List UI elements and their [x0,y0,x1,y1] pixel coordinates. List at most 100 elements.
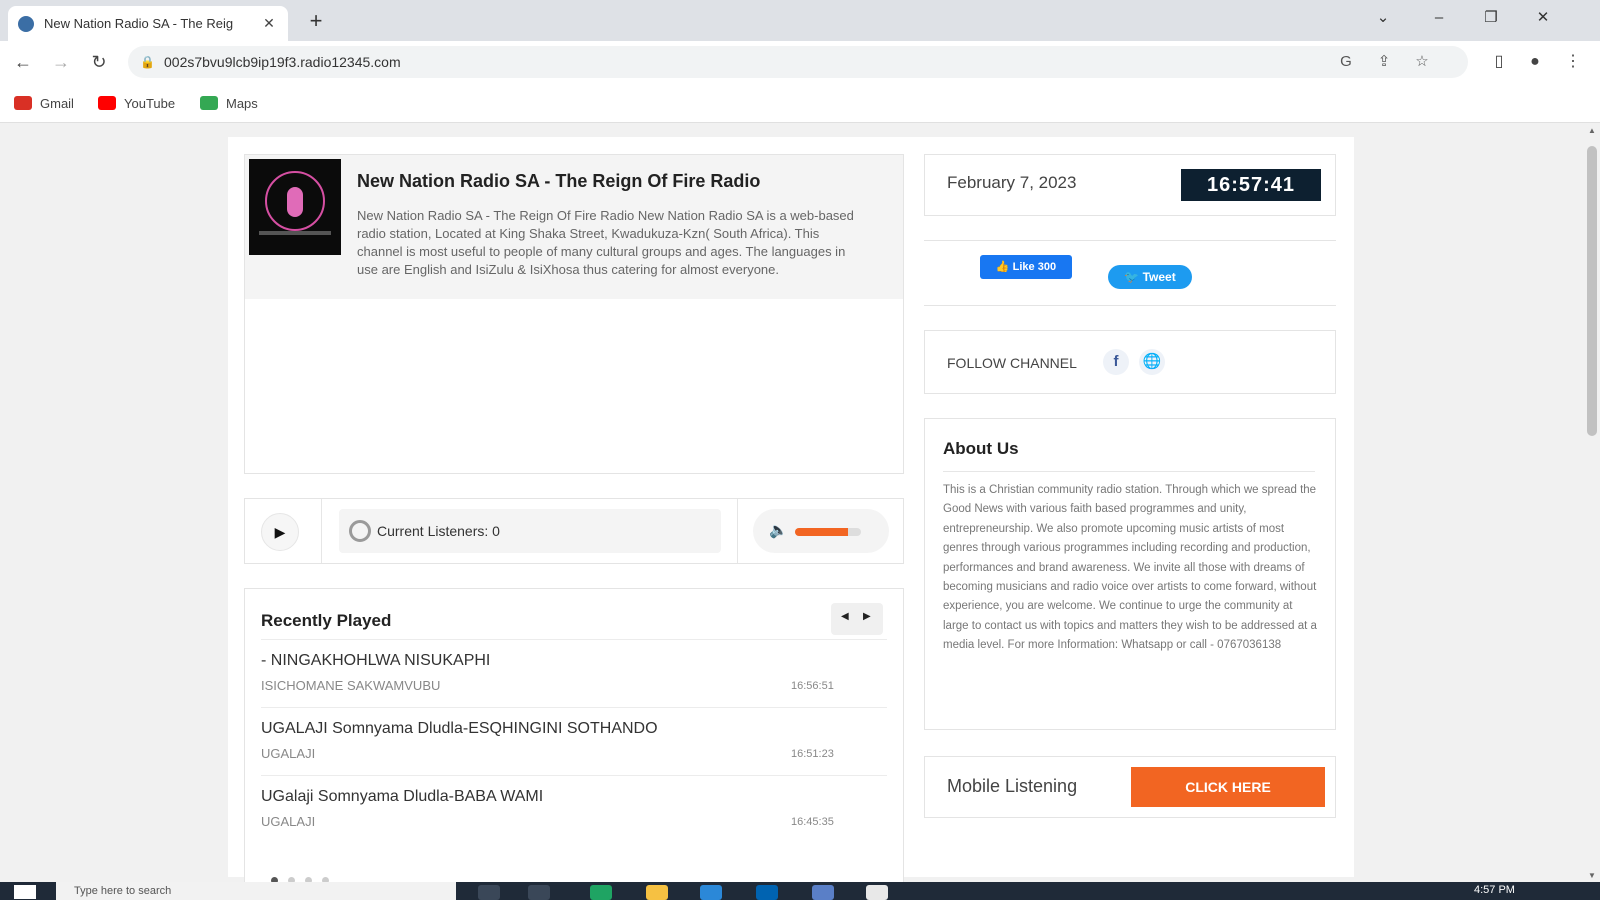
scroll-down-icon[interactable]: ▼ [1584,871,1600,880]
click-here-button[interactable]: CLICK HERE [1131,767,1325,807]
follow-channel-panel: FOLLOW CHANNEL f 🌐 [924,330,1336,394]
play-button[interactable]: ▶ [261,513,299,551]
chrome-icon[interactable] [866,885,888,900]
os-taskbar: Type here to search 4:57 PM [0,882,1600,900]
back-icon[interactable]: ← [10,49,36,75]
station-card: New Nation Radio SA - The Reign Of Fire … [244,154,904,474]
station-name: New Nation Radio SA - The Reign Of Fire … [357,171,761,191]
facebook-icon[interactable]: f [1103,349,1129,375]
bookmark-gmail[interactable]: Gmail [14,93,74,113]
bookmark-maps[interactable]: Maps [200,93,258,113]
station-description: New Nation Radio SA - The Reign Of Fire … [357,208,854,277]
youtube-icon [98,96,116,110]
tab-search-icon[interactable]: ⌄ [1360,0,1406,36]
about-text: This is a Christian community radio stat… [943,484,1317,652]
taskbar-clock: 4:57 PM [1474,884,1515,896]
current-date: February 7, 2023 [947,173,1077,192]
reload-icon[interactable]: ↻ [86,49,112,75]
track-item[interactable]: UGALAJI Somnyama Dludla-ESQHINGINI SOTHA… [261,707,887,775]
divider [737,499,738,563]
volume-slider[interactable] [795,528,861,536]
site-favicon-icon [18,15,34,32]
microphone-icon [287,187,303,217]
track-artist: ISICHOMANE SAKWAMVUBU [261,678,441,693]
bookmarks-bar: Gmail YouTube Maps [0,83,1600,123]
browser-toolbar: ← → ↻ 🔒 002s7bvu9lcb9ip19f3.radio12345.c… [0,41,1600,83]
scrollbar-thumb[interactable] [1587,146,1597,436]
follow-label: FOLLOW CHANNEL [947,355,1077,371]
date-clock-panel: February 7, 2023 16:57:41 [924,154,1336,216]
station-logo [249,159,341,255]
track-time: 16:45:35 [791,816,834,828]
google-lens-icon[interactable]: G [1336,52,1356,72]
track-artist: UGALAJI [261,814,316,829]
tweet-button[interactable]: 🐦 Tweet [1108,265,1192,289]
bookmark-star-icon[interactable]: ☆ [1412,52,1432,72]
next-arrow-icon[interactable]: ▶ [863,611,871,622]
browser-tab[interactable]: New Nation Radio SA - The Reig ✕ [8,6,288,41]
mobile-listening-panel: Mobile Listening CLICK HERE [924,756,1336,818]
bookmark-label: Gmail [40,95,74,111]
divider [943,471,1315,472]
bookmark-youtube[interactable]: YouTube [98,93,175,113]
lock-icon: 🔒 [140,55,155,69]
file-explorer-icon[interactable] [646,885,668,900]
url-text: 002s7bvu9lcb9ip19f3.radio12345.com [164,54,401,70]
side-panel-icon[interactable]: ▯ [1486,49,1512,75]
mobile-listening-label: Mobile Listening [947,776,1078,796]
recently-played-panel: Recently Played ◀ ▶ - NINGAKHOHLWA NISUK… [244,588,904,884]
track-title: - NINGAKHOHLWA NISUKAPHI [261,652,491,669]
listeners-label: Current Listeners: 0 [377,523,500,539]
listeners-counter: Current Listeners: 0 [339,509,721,553]
listeners-icon [349,520,371,542]
profile-avatar-icon[interactable]: ● [1522,49,1548,75]
forward-icon[interactable]: → [48,49,74,75]
minimize-button[interactable]: – [1416,0,1462,36]
volume-fill [795,528,848,536]
digital-clock: 16:57:41 [1181,169,1321,201]
share-icon[interactable]: ⇪ [1374,52,1394,72]
audio-player: ▶ Current Listeners: 0 🔈 [244,498,904,564]
task-view-icon[interactable] [478,885,500,900]
track-artist: UGALAJI [261,746,316,761]
track-item[interactable]: - NINGAKHOHLWA NISUKAPHI ISICHOMANE SAKW… [261,639,887,707]
bookmark-label: YouTube [124,95,176,111]
new-tab-button[interactable]: + [302,8,330,36]
menu-kebab-icon[interactable]: ⋮ [1560,49,1586,75]
maps-icon [200,96,218,110]
windows-start-icon[interactable] [14,885,36,899]
volume-control[interactable]: 🔈 [753,509,889,553]
scroll-up-icon[interactable]: ▲ [1584,126,1600,135]
page-scrollbar[interactable]: ▲ ▼ [1584,124,1600,882]
tab-strip: New Nation Radio SA - The Reig ✕ + ⌄ – ❐… [0,0,1600,41]
about-us-panel: About Us This is a Christian community r… [924,418,1336,730]
store-icon[interactable] [756,885,778,900]
prev-arrow-icon[interactable]: ◀ [841,611,849,622]
tab-title: New Nation Radio SA - The Reig [44,16,234,31]
mail-icon[interactable] [700,885,722,900]
taskbar-search[interactable]: Type here to search [56,882,456,900]
track-time: 16:56:51 [791,680,834,692]
edge-icon[interactable] [590,885,612,900]
track-title: UGALAJI Somnyama Dludla-ESQHINGINI SOTHA… [261,720,658,737]
logo-caption [259,231,331,235]
track-title: UGalaji Somnyama Dludla-BABA WAMI [261,788,544,805]
bookmark-label: Maps [226,95,258,111]
track-item[interactable]: UGalaji Somnyama Dludla-BABA WAMI UGALAJ… [261,775,887,843]
address-bar[interactable]: 🔒 002s7bvu9lcb9ip19f3.radio12345.com G ⇪… [128,46,1468,78]
social-share-panel: 👍 Like 300 🐦 Tweet [924,240,1336,306]
recently-played-title: Recently Played [261,611,392,630]
station-header: New Nation Radio SA - The Reign Of Fire … [245,155,903,299]
divider [321,499,322,563]
restore-button[interactable]: ❐ [1468,0,1514,36]
recent-pager: ◀ ▶ [831,603,883,635]
close-window-button[interactable]: ✕ [1520,0,1566,36]
facebook-like-button[interactable]: 👍 Like 300 [980,255,1072,279]
globe-icon[interactable]: 🌐 [1139,349,1165,375]
tab-close-icon[interactable]: ✕ [260,15,278,32]
about-title: About Us [943,439,1019,458]
widgets-icon[interactable] [528,885,550,900]
speaker-icon[interactable]: 🔈 [769,521,788,539]
app-icon[interactable] [812,885,834,900]
track-time: 16:51:23 [791,748,834,760]
